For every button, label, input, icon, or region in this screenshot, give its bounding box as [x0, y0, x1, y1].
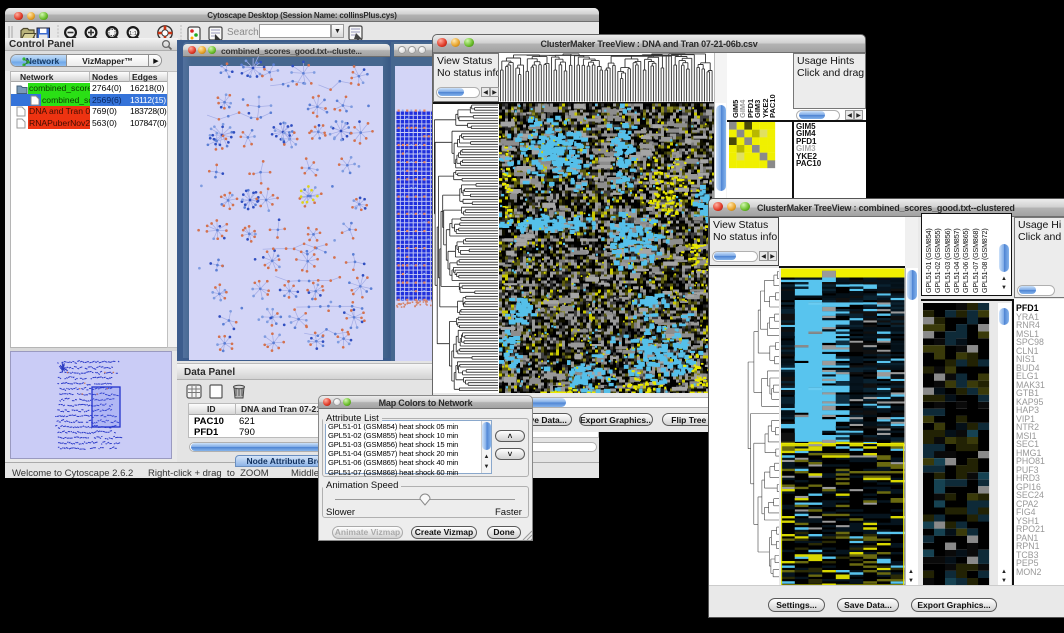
svg-text:1:1: 1:1 [129, 31, 137, 37]
